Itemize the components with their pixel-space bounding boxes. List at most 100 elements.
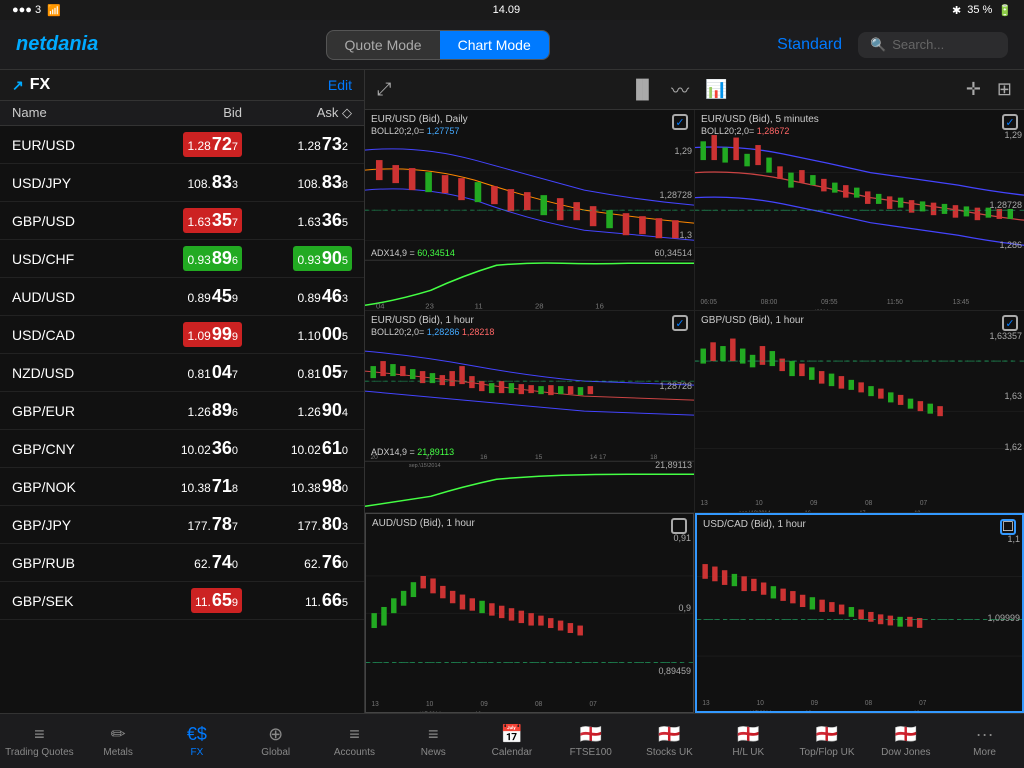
chart-checkbox[interactable]: □	[1000, 519, 1016, 535]
price-label-low: 1,62	[1004, 442, 1022, 452]
nav-item-metals[interactable]: ✏ Metals	[79, 714, 158, 768]
main-content: ↗ FX Edit Name Bid Ask ◇ EUR/USD 1.28727	[0, 70, 1024, 713]
volume-icon[interactable]: 📊	[705, 79, 727, 100]
search-box[interactable]: 🔍 Search...	[858, 32, 1008, 58]
bar-chart-icon[interactable]: ▐▌	[630, 79, 656, 100]
header-right: Standard 🔍 Search...	[777, 32, 1008, 58]
chart-checkbox[interactable]	[671, 518, 687, 534]
chart-cell-gbpusd-1h[interactable]: GBP/USD (Bid), 1 hour 1,63357 1,63 1,62	[695, 311, 1024, 511]
nav-item-calendar[interactable]: 📅 Calendar	[473, 714, 552, 768]
expand-icon[interactable]: ⤢	[377, 79, 391, 100]
ask-price: 1.28732	[293, 132, 352, 157]
table-row[interactable]: GBP/EUR 1.26896 1.26904	[0, 392, 364, 430]
chart-cell-eurusd-5min[interactable]: EUR/USD (Bid), 5 minutes BOLL20;2,0= 1,2…	[695, 110, 1024, 310]
ask-cell: 0.93905	[242, 246, 352, 271]
table-row[interactable]: GBP/RUB 62.740 62.760	[0, 544, 364, 582]
grid-icon[interactable]: ⊞	[997, 79, 1012, 100]
bid-price: 0.93896	[183, 246, 242, 271]
pair-name: GBP/USD	[12, 213, 132, 229]
ask-cell: 1.63365	[242, 208, 352, 233]
crosshair-icon[interactable]: ✛	[966, 79, 981, 100]
bid-price: 1.09999	[183, 322, 242, 347]
table-row[interactable]: GBP/CNY 10.02360 10.02610	[0, 430, 364, 468]
svg-text:07: 07	[919, 700, 926, 707]
price-label-high: 1,29	[1004, 130, 1022, 140]
nav-item-trading-quotes[interactable]: ≡ Trading Quotes	[0, 714, 79, 768]
bid-price: 0.81047	[183, 360, 242, 385]
fx-title-label: FX	[30, 76, 50, 94]
chart-mode-button[interactable]: Chart Mode	[440, 31, 549, 59]
nav-item-more[interactable]: ··· More	[945, 714, 1024, 768]
svg-text:06:05: 06:05	[700, 299, 717, 306]
nav-label: Metals	[103, 747, 132, 758]
table-row[interactable]: USD/CAD 1.09999 1.10005	[0, 316, 364, 354]
bid-cell: 1.09999	[132, 322, 242, 347]
chart-cell-audusd-1h[interactable]: AUD/USD (Bid), 1 hour 0,91 0,9 0,89459	[365, 513, 694, 713]
table-row[interactable]: USD/JPY 108.833 108.838	[0, 164, 364, 202]
ask-price: 1.26904	[293, 398, 352, 423]
chart-title: USD/CAD (Bid), 1 hour	[703, 519, 806, 530]
quote-mode-button[interactable]: Quote Mode	[327, 31, 440, 59]
edit-button[interactable]: Edit	[328, 77, 352, 93]
bid-price: 1.28727	[183, 132, 242, 157]
list-icon: ≡	[34, 724, 45, 745]
svg-text:15: 15	[535, 455, 543, 462]
nav-item-fx[interactable]: €$ FX	[158, 714, 237, 768]
bid-price: 10.38718	[177, 474, 242, 499]
table-row[interactable]: GBP/USD 1.63357 1.63365	[0, 202, 364, 240]
table-row[interactable]: AUD/USD 0.89459 0.89463	[0, 278, 364, 316]
bid-cell: 10.38718	[132, 474, 242, 499]
wifi-icon: 📶	[47, 4, 61, 17]
chart-checkbox[interactable]	[672, 315, 688, 331]
mode-buttons[interactable]: Quote Mode Chart Mode	[326, 30, 550, 60]
table-row[interactable]: GBP/SEK 11.659 11.665	[0, 582, 364, 620]
nav-item-news[interactable]: ≡ News	[394, 714, 473, 768]
svg-text:09: 09	[810, 500, 817, 507]
adx-value-label: 21,89113	[655, 460, 692, 470]
chart-title: EUR/USD (Bid), 1 hour	[371, 315, 474, 326]
fx-arrow-icon: ↗	[12, 77, 24, 94]
col-name: Name	[12, 105, 132, 121]
chart-cell-eurusd-daily[interactable]: EUR/USD (Bid), Daily BOLL20;2,0= 1,27757…	[365, 110, 694, 310]
svg-text:16: 16	[595, 302, 604, 311]
status-bar: ●●● 3 📶 14.09 ✱ 35 % 🔋	[0, 0, 1024, 20]
nav-item-hl-uk[interactable]: 🏴󠁧󠁢󠁥󠁮󠁧󠁿 H/L UK	[709, 714, 788, 768]
fx-icon: €$	[187, 724, 207, 745]
chart-checkbox[interactable]	[1002, 114, 1018, 130]
svg-text:16: 16	[480, 455, 488, 462]
price-label-3: 1,3	[679, 230, 692, 240]
globe-icon: ⊕	[268, 724, 283, 745]
nav-item-accounts[interactable]: ≡ Accounts	[315, 714, 394, 768]
table-row[interactable]: GBP/NOK 10.38718 10.38980	[0, 468, 364, 506]
chart-cell-usdcad-1h[interactable]: USD/CAD (Bid), 1 hour □ 1,1 1,09999	[695, 513, 1024, 713]
table-row[interactable]: USD/CHF 0.93896 0.93905	[0, 240, 364, 278]
pair-name: USD/JPY	[12, 175, 132, 191]
bid-cell: 1.63357	[132, 208, 242, 233]
hl-uk-icon: 🏴󠁧󠁢󠁥󠁮󠁧󠁿	[737, 724, 759, 745]
chart-toolbar: ⤢ ▐▌ 〰 📊 ✛ ⊞	[365, 70, 1024, 110]
pair-name: GBP/SEK	[12, 593, 132, 609]
nav-item-dow-jones[interactable]: 🏴󠁧󠁢󠁥󠁮󠁧󠁿 Dow Jones	[866, 714, 945, 768]
nav-item-ftse100[interactable]: 🏴󠁧󠁢󠁥󠁮󠁧󠁿 FTSE100	[551, 714, 630, 768]
bid-cell: 177.787	[132, 512, 242, 537]
table-row[interactable]: GBP/JPY 177.787 177.803	[0, 506, 364, 544]
adx-value-label: 60,34514	[654, 248, 692, 258]
chart-type-icon[interactable]: 〰	[671, 77, 689, 103]
svg-text:09: 09	[811, 700, 818, 707]
boll-label: BOLL20;2,0= 1,28672	[701, 126, 789, 136]
bid-price: 1.63357	[183, 208, 242, 233]
nav-item-stocks-uk[interactable]: 🏴󠁧󠁢󠁥󠁮󠁧󠁿 Stocks UK	[630, 714, 709, 768]
ask-cell: 11.665	[242, 588, 352, 613]
bid-cell: 1.26896	[132, 398, 242, 423]
table-row[interactable]: NZD/USD 0.81047 0.81057	[0, 354, 364, 392]
chart-title: AUD/USD (Bid), 1 hour	[372, 518, 475, 529]
table-row[interactable]: EUR/USD 1.28727 1.28732	[0, 126, 364, 164]
nav-item-global[interactable]: ⊕ Global	[236, 714, 315, 768]
nav-item-topflop-uk[interactable]: 🏴󠁧󠁢󠁥󠁮󠁧󠁿 Top/Flop UK	[788, 714, 867, 768]
chart-checkbox[interactable]	[1002, 315, 1018, 331]
price-label-mid: 0,9	[678, 603, 691, 613]
chart-checkbox[interactable]	[672, 114, 688, 130]
bid-cell: 108.833	[132, 170, 242, 195]
chart-cell-eurusd-1h[interactable]: EUR/USD (Bid), 1 hour BOLL20;2,0= 1,2828…	[365, 311, 694, 511]
nav-label: Dow Jones	[881, 747, 930, 758]
